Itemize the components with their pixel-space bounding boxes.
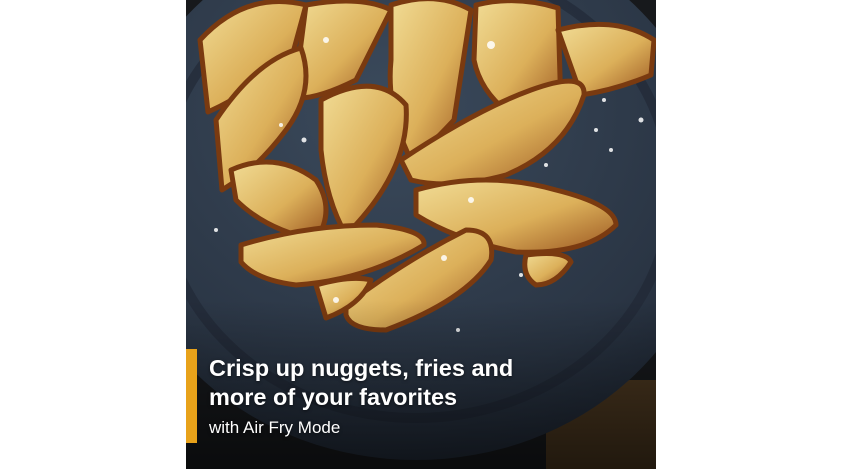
headline-line-1: Crisp up nuggets, fries and xyxy=(209,355,514,381)
promo-caption: Crisp up nuggets, fries and more of your… xyxy=(209,354,629,439)
headline-line-2: more of your favorites xyxy=(209,384,458,410)
subline: with Air Fry Mode xyxy=(209,418,341,437)
accent-bar xyxy=(186,349,197,443)
